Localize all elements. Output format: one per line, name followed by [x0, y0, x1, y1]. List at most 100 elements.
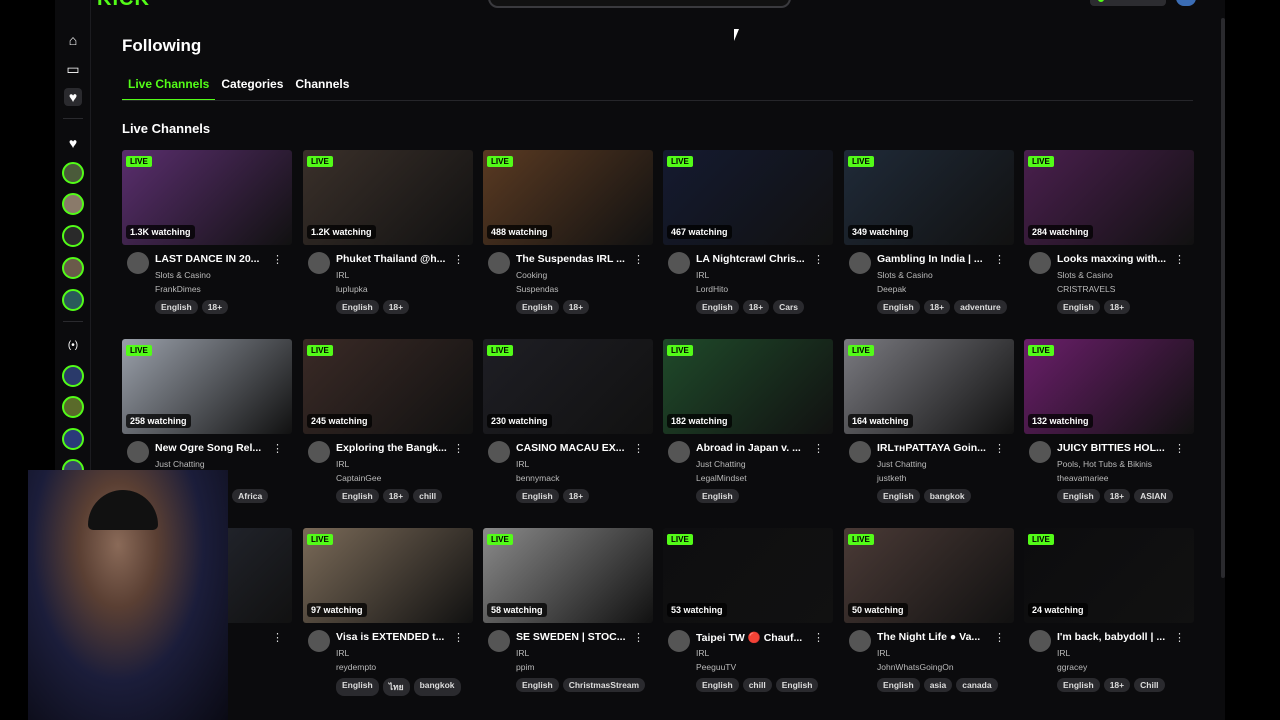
tag-chip[interactable]: English — [336, 678, 379, 696]
stream-thumbnail[interactable]: LIVE 1.3K watching — [122, 150, 292, 245]
tag-chip[interactable]: adventure — [954, 300, 1007, 314]
channel-name[interactable]: justketh — [877, 473, 906, 483]
stream-category[interactable]: Slots & Casino — [155, 270, 211, 280]
stream-card[interactable]: LIVE 53 watching Taipei TW 🔴 Chauf... ⋮ … — [663, 528, 833, 708]
more-options-icon[interactable]: ⋮ — [994, 253, 1005, 266]
tag-chip[interactable]: English — [516, 678, 559, 692]
stream-card[interactable]: LIVE 1.2K watching Phuket Thailand @h...… — [303, 150, 473, 330]
stream-card[interactable]: LIVE 132 watching JUICY BITTIES HOL... ⋮… — [1024, 339, 1194, 519]
stream-card[interactable]: LIVE 97 watching Visa is EXTENDED t... ⋮… — [303, 528, 473, 708]
channel-avatar[interactable] — [127, 441, 149, 463]
tag-chip[interactable]: asia — [923, 678, 953, 692]
wallet-button[interactable] — [1090, 0, 1166, 6]
stream-thumbnail[interactable]: LIVE 24 watching — [1024, 528, 1194, 623]
tag-chip[interactable]: ChristmasStream — [562, 678, 646, 692]
tag-chip[interactable]: Africa — [232, 489, 269, 503]
stream-title[interactable]: The Suspendas IRL ... — [516, 253, 634, 265]
stream-thumbnail[interactable]: LIVE 53 watching — [663, 528, 833, 623]
channel-avatar[interactable] — [308, 252, 330, 274]
tag-chip[interactable]: English — [696, 678, 739, 692]
channel-avatar[interactable] — [849, 441, 871, 463]
tag-chip[interactable]: bangkok — [923, 489, 971, 503]
channel-name[interactable]: Suspendas — [516, 284, 559, 294]
tag-chip[interactable]: 18+ — [923, 300, 951, 314]
stream-category[interactable]: IRL — [877, 648, 890, 658]
channel-avatar[interactable] — [308, 630, 330, 652]
tag-chip[interactable]: Chill — [1134, 678, 1165, 692]
more-options-icon[interactable]: ⋮ — [1174, 631, 1185, 644]
stream-category[interactable]: IRL — [516, 459, 529, 469]
sidebar-channel-avatar[interactable] — [62, 365, 84, 387]
tag-chip[interactable]: bangkok — [413, 678, 461, 696]
tag-chip[interactable]: chill — [413, 489, 443, 503]
channel-avatar[interactable] — [488, 441, 510, 463]
stream-card[interactable]: LIVE 182 watching Abroad in Japan v. ...… — [663, 339, 833, 519]
more-options-icon[interactable]: ⋮ — [633, 631, 644, 644]
tag-chip[interactable]: English — [877, 489, 920, 503]
channel-name[interactable]: LordHito — [696, 284, 728, 294]
sidebar-channel-avatar[interactable] — [62, 225, 84, 247]
more-options-icon[interactable]: ⋮ — [1174, 253, 1185, 266]
stream-card[interactable]: LIVE 230 watching CASINO MACAU EX... ⋮ I… — [483, 339, 653, 519]
channel-avatar[interactable] — [488, 252, 510, 274]
tag-chip[interactable]: English — [877, 678, 920, 692]
tag-chip[interactable]: English — [877, 300, 920, 314]
stream-category[interactable]: Slots & Casino — [1057, 270, 1113, 280]
tag-chip[interactable]: 18+ — [1103, 300, 1131, 314]
sidebar-channel-avatar[interactable] — [62, 257, 84, 279]
more-options-icon[interactable]: ⋮ — [272, 631, 283, 644]
tag-chip[interactable]: canada — [956, 678, 998, 692]
channel-name[interactable]: ppim — [516, 662, 534, 672]
stream-title[interactable]: IRLᴛʜPATTAYA Goin... — [877, 442, 995, 454]
tag-chip[interactable]: English — [696, 489, 739, 503]
tag-chip[interactable]: English — [516, 489, 559, 503]
stream-thumbnail[interactable]: LIVE 467 watching — [663, 150, 833, 245]
stream-category[interactable]: Just Chatting — [877, 459, 927, 469]
stream-category[interactable]: IRL — [696, 270, 709, 280]
channel-name[interactable]: CaptainGee — [336, 473, 381, 483]
stream-title[interactable]: I'm back, babydoll | ... — [1057, 631, 1175, 643]
channel-name[interactable]: Deepak — [877, 284, 906, 294]
tab-categories[interactable]: Categories — [215, 76, 289, 101]
stream-category[interactable]: Slots & Casino — [877, 270, 933, 280]
stream-title[interactable]: Abroad in Japan v. ... — [696, 442, 814, 454]
tag-chip[interactable]: English — [775, 678, 819, 692]
stream-thumbnail[interactable]: LIVE 349 watching — [844, 150, 1014, 245]
more-options-icon[interactable]: ⋮ — [813, 442, 824, 455]
stream-thumbnail[interactable]: LIVE 258 watching — [122, 339, 292, 434]
channel-name[interactable]: ggracey — [1057, 662, 1087, 672]
stream-title[interactable]: Gambling In India | ... — [877, 253, 995, 265]
stream-thumbnail[interactable]: LIVE 182 watching — [663, 339, 833, 434]
more-options-icon[interactable]: ⋮ — [1174, 442, 1185, 455]
stream-title[interactable]: SE SWEDEN | STOC... — [516, 631, 634, 643]
home-icon[interactable]: ⌂ — [64, 31, 82, 49]
stream-thumbnail[interactable]: LIVE 164 watching — [844, 339, 1014, 434]
stream-card[interactable]: LIVE 24 watching I'm back, babydoll | ..… — [1024, 528, 1194, 708]
channel-avatar[interactable] — [1029, 252, 1051, 274]
tag-chip[interactable]: 18+ — [1103, 489, 1131, 503]
more-options-icon[interactable]: ⋮ — [633, 442, 644, 455]
stream-thumbnail[interactable]: LIVE 284 watching — [1024, 150, 1194, 245]
tag-chip[interactable]: English — [336, 489, 379, 503]
stream-category[interactable]: IRL — [1057, 648, 1070, 658]
more-options-icon[interactable]: ⋮ — [813, 253, 824, 266]
stream-title[interactable]: Exploring the Bangk... — [336, 442, 454, 454]
channel-name[interactable]: reydempto — [336, 662, 376, 672]
stream-card[interactable]: LIVE 164 watching IRLᴛʜPATTAYA Goin... ⋮… — [844, 339, 1014, 519]
stream-card[interactable]: LIVE 349 watching Gambling In India | ..… — [844, 150, 1014, 330]
tag-chip[interactable]: 18+ — [562, 300, 590, 314]
stream-thumbnail[interactable]: LIVE 230 watching — [483, 339, 653, 434]
channel-name[interactable]: FrankDimes — [155, 284, 201, 294]
stream-category[interactable]: Just Chatting — [696, 459, 746, 469]
stream-card[interactable]: LIVE 284 watching Looks maxxing with... … — [1024, 150, 1194, 330]
channel-avatar[interactable] — [668, 441, 690, 463]
channel-name[interactable]: theavamariee — [1057, 473, 1109, 483]
stream-card[interactable]: LIVE 1.3K watching LAST DANCE IN 20... ⋮… — [122, 150, 292, 330]
stream-title[interactable]: The Night Life ● Va... — [877, 631, 995, 643]
channel-name[interactable]: luplupka — [336, 284, 368, 294]
stream-card[interactable]: LIVE 467 watching LA Nightcrawl Chris...… — [663, 150, 833, 330]
tag-chip[interactable]: English — [1057, 678, 1100, 692]
channel-avatar[interactable] — [308, 441, 330, 463]
stream-title[interactable]: Looks maxxing with... — [1057, 253, 1175, 265]
channel-avatar[interactable] — [127, 252, 149, 274]
